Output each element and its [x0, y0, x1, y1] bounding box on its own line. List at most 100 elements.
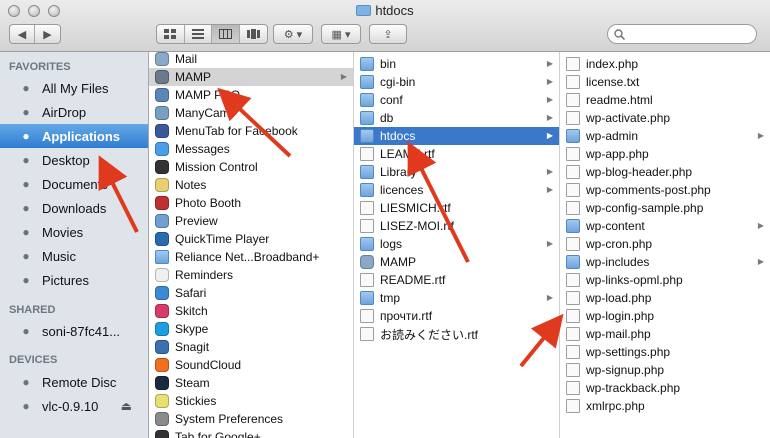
sidebar-item-applications[interactable]: ● Applications — [0, 124, 148, 148]
app-icon — [155, 124, 169, 138]
folder-row-reliance-net-broadband[interactable]: Reliance Net...Broadband+ — [149, 248, 353, 266]
file-row-wp-cron-php[interactable]: wp-cron.php — [560, 235, 770, 253]
action-menu-button[interactable]: ⚙ ▾ — [273, 24, 313, 44]
sidebar-item-label: Applications — [42, 128, 121, 144]
file-row-tab-for-google[interactable]: Tab for Google+ — [149, 428, 353, 438]
file-row-wp-activate-php[interactable]: wp-activate.php — [560, 109, 770, 127]
search-input[interactable] — [628, 27, 752, 43]
file-row-mail[interactable]: Mail — [149, 52, 353, 68]
folder-row-db[interactable]: db ▶ — [354, 109, 559, 127]
icon-view-icon — [164, 29, 177, 39]
file-row-messages[interactable]: Messages — [149, 140, 353, 158]
sidebar-item-soni-87fc41[interactable]: ● soni-87fc41... — [0, 319, 148, 343]
file-row-readme-html[interactable]: readme.html — [560, 91, 770, 109]
sidebar-item-all-my-files[interactable]: ● All My Files — [0, 76, 148, 100]
file-row-mamp[interactable]: MAMP ▶ — [149, 68, 353, 86]
file-row-quicktime-player[interactable]: QuickTime Player — [149, 230, 353, 248]
file-row-wp-app-php[interactable]: wp-app.php — [560, 145, 770, 163]
folder-row-wp-admin[interactable]: wp-admin ▶ — [560, 127, 770, 145]
sidebar-item-vlc-0-9-10[interactable]: ● vlc-0.9.10 ⏏ — [0, 394, 148, 418]
file-row-notes[interactable]: Notes — [149, 176, 353, 194]
file-row-preview[interactable]: Preview — [149, 212, 353, 230]
sidebar-item-label: AirDrop — [42, 104, 87, 120]
folder-row-bin[interactable]: bin ▶ — [354, 55, 559, 73]
file-row-manycam[interactable]: ManyCam — [149, 104, 353, 122]
folder-row-wp-content[interactable]: wp-content ▶ — [560, 217, 770, 235]
file-row-wp-mail-php[interactable]: wp-mail.php — [560, 325, 770, 343]
file-row-wp-comments-post-php[interactable]: wp-comments-post.php — [560, 181, 770, 199]
row-label: conf — [380, 93, 403, 107]
column-view-button[interactable] — [212, 25, 240, 43]
file-row-wp-trackback-php[interactable]: wp-trackback.php — [560, 379, 770, 397]
file-row-liesmich-rtf[interactable]: LIESMICH.rtf — [354, 199, 559, 217]
file-row-wp-links-opml-php[interactable]: wp-links-opml.php — [560, 271, 770, 289]
sidebar-item-music[interactable]: ● Music — [0, 244, 148, 268]
file-row-soundcloud[interactable]: SoundCloud — [149, 356, 353, 374]
file-row-menutab-for-facebook[interactable]: MenuTab for Facebook — [149, 122, 353, 140]
file-row-photo-booth[interactable]: Photo Booth — [149, 194, 353, 212]
back-button[interactable]: ◀ — [10, 25, 36, 43]
file-row-skype[interactable]: Skype — [149, 320, 353, 338]
file-row-reminders[interactable]: Reminders — [149, 266, 353, 284]
file-row-safari[interactable]: Safari — [149, 284, 353, 302]
folder-row-htdocs[interactable]: htdocs ▶ — [354, 127, 559, 145]
coverflow-view-icon — [246, 29, 260, 39]
file-row-lisez-moi-rtf[interactable]: LISEZ-MOI.rtf — [354, 217, 559, 235]
icon-view-button[interactable] — [157, 25, 185, 43]
file-row-rtf[interactable]: お読みください.rtf — [354, 325, 559, 343]
file-row-wp-login-php[interactable]: wp-login.php — [560, 307, 770, 325]
window-title-text: htdocs — [375, 3, 414, 18]
file-row-steam[interactable]: Steam — [149, 374, 353, 392]
folder-row-library[interactable]: Library ▶ — [354, 163, 559, 181]
file-row-mission-control[interactable]: Mission Control — [149, 158, 353, 176]
folder-row-conf[interactable]: conf ▶ — [354, 91, 559, 109]
list-view-button[interactable] — [185, 25, 212, 43]
sidebar-item-desktop[interactable]: ● Desktop — [0, 148, 148, 172]
file-row-wp-signup-php[interactable]: wp-signup.php — [560, 361, 770, 379]
sidebar-item-downloads[interactable]: ● Downloads — [0, 196, 148, 220]
eject-icon[interactable]: ⏏ — [121, 399, 132, 413]
file-row-rtf[interactable]: прочти.rtf — [354, 307, 559, 325]
folder-row-logs[interactable]: logs ▶ — [354, 235, 559, 253]
file-row-skitch[interactable]: Skitch — [149, 302, 353, 320]
sidebar-item-pictures[interactable]: ● Pictures — [0, 268, 148, 292]
arrange-menu-button[interactable]: ▦ ▾ — [321, 24, 361, 44]
folder-row-wp-includes[interactable]: wp-includes ▶ — [560, 253, 770, 271]
forward-button[interactable]: ▶ — [35, 25, 60, 43]
window-toolbar: htdocs ◀ ▶ ⚙ ▾ ▦ ▾ ⇪ — [0, 0, 770, 52]
desktop-icon: ● — [22, 153, 30, 167]
file-row-mamp[interactable]: MAMP — [354, 253, 559, 271]
sidebar-item-airdrop[interactable]: ● AirDrop — [0, 100, 148, 124]
file-row-mamp-pro[interactable]: MAMP PRO — [149, 86, 353, 104]
file-row-xmlrpc-php[interactable]: xmlrpc.php — [560, 397, 770, 415]
file-row-system-preferences[interactable]: System Preferences — [149, 410, 353, 428]
chevron-right-icon: ▶ — [546, 293, 553, 302]
folder-row-tmp[interactable]: tmp ▶ — [354, 289, 559, 307]
folder-row-licences[interactable]: licences ▶ — [354, 181, 559, 199]
sidebar-item-remote-disc[interactable]: ● Remote Disc — [0, 370, 148, 394]
folder-icon — [360, 129, 374, 143]
file-row-readme-rtf[interactable]: README.rtf — [354, 271, 559, 289]
share-button[interactable]: ⇪ — [369, 24, 407, 44]
file-row-wp-load-php[interactable]: wp-load.php — [560, 289, 770, 307]
coverflow-view-button[interactable] — [240, 25, 267, 43]
document-icon — [566, 147, 580, 161]
file-row-stickies[interactable]: Stickies — [149, 392, 353, 410]
file-row-snagit[interactable]: Snagit — [149, 338, 353, 356]
row-label: прочти.rtf — [380, 309, 433, 323]
folder-icon — [360, 165, 374, 179]
app-icon — [360, 255, 374, 269]
airdrop-icon: ● — [22, 105, 30, 119]
file-row-leame-rtf[interactable]: LEAME.rtf — [354, 145, 559, 163]
folder-icon — [566, 219, 580, 233]
file-row-wp-settings-php[interactable]: wp-settings.php — [560, 343, 770, 361]
file-row-wp-config-sample-php[interactable]: wp-config-sample.php — [560, 199, 770, 217]
folder-icon — [566, 129, 580, 143]
row-label: Reliance Net...Broadband+ — [175, 250, 320, 264]
file-row-wp-blog-header-php[interactable]: wp-blog-header.php — [560, 163, 770, 181]
sidebar-item-documents[interactable]: ● Documents — [0, 172, 148, 196]
folder-row-cgi-bin[interactable]: cgi-bin ▶ — [354, 73, 559, 91]
file-row-license-txt[interactable]: license.txt — [560, 73, 770, 91]
file-row-index-php[interactable]: index.php — [560, 55, 770, 73]
sidebar-item-movies[interactable]: ● Movies — [0, 220, 148, 244]
